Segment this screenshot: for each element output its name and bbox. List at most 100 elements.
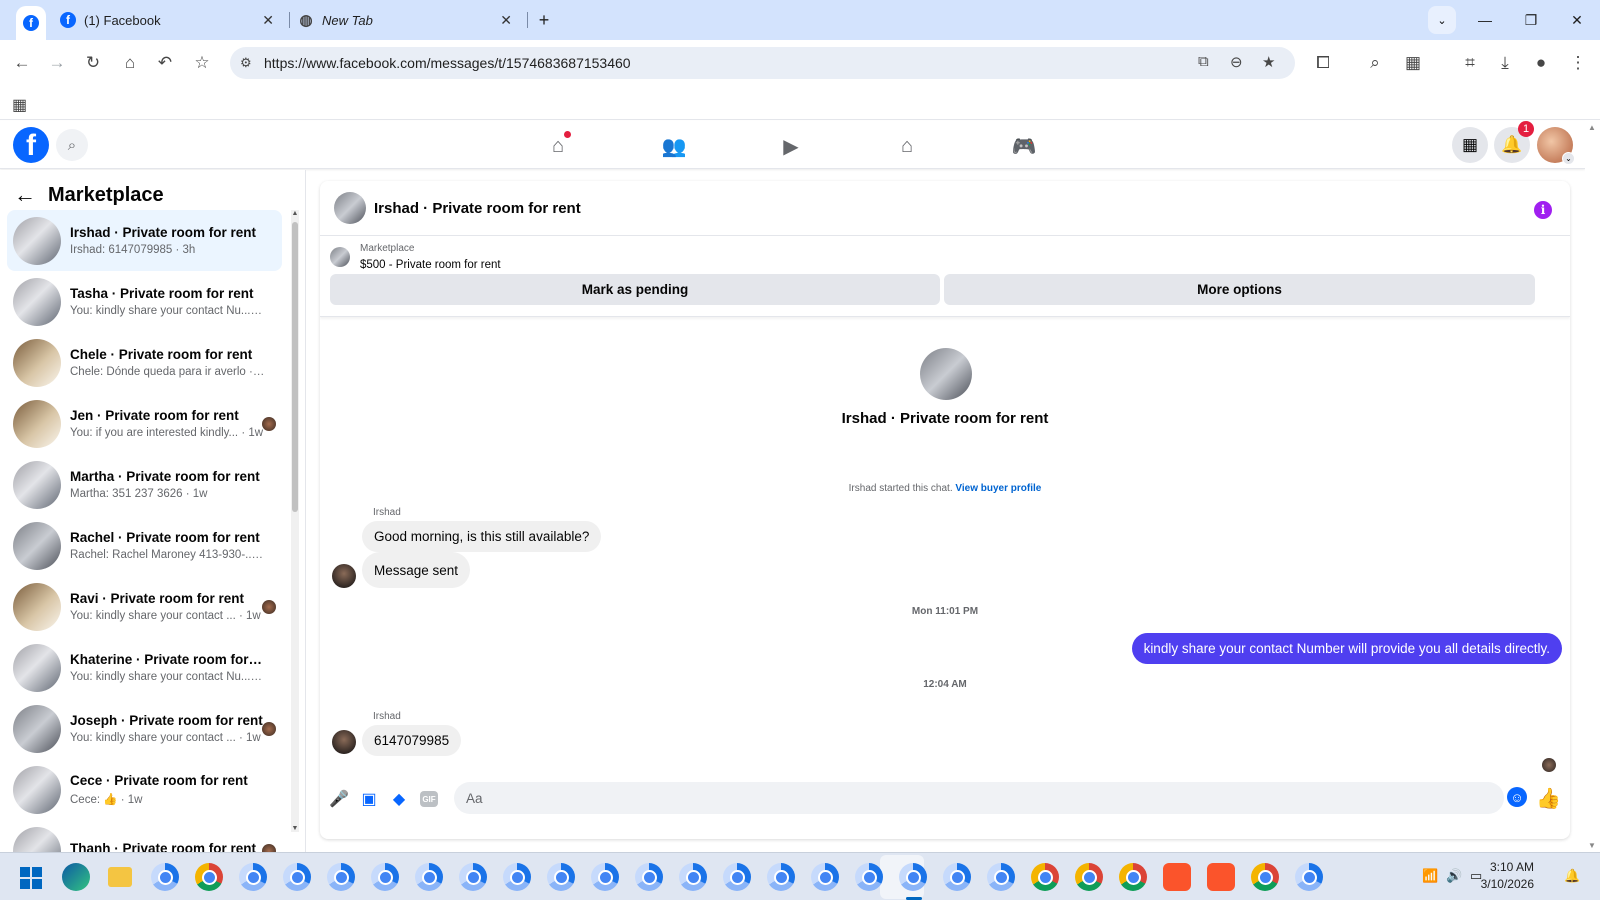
conversation-item[interactable]: Cece · Private room for rent Cece: 👍 · 1w <box>7 759 282 820</box>
scrollbar-thumb[interactable] <box>292 222 298 512</box>
back-arrow-icon[interactable]: ← <box>14 182 36 208</box>
chrome-profile-icon[interactable] <box>327 863 355 891</box>
minimize-icon[interactable]: — <box>1462 0 1508 40</box>
close-tab-icon[interactable]: ✕ <box>262 12 274 29</box>
chrome-profile-icon[interactable] <box>635 863 663 891</box>
tab-search-icon[interactable]: ⌄ <box>1428 6 1456 34</box>
incoming-message[interactable]: Good morning, is this still available? <box>362 521 602 552</box>
conversation-item[interactable]: Chele · Private room for rent Chele: Dónd… <box>7 332 282 393</box>
chrome-profile-icon[interactable] <box>151 863 179 891</box>
sidebar-scrollbar[interactable]: ▲ ▼ <box>291 210 299 832</box>
scroll-down-icon[interactable]: ▼ <box>291 825 299 832</box>
conversation-item[interactable]: Rachel · Private room for rent Rachel: Ra… <box>7 515 282 576</box>
facebook-logo[interactable]: f <box>13 127 49 163</box>
microphone-icon[interactable]: 🎤 <box>328 788 350 810</box>
chrome-profile-icon[interactable] <box>723 863 751 891</box>
start-button[interactable] <box>20 867 42 889</box>
edge-icon[interactable] <box>62 863 90 891</box>
system-clock[interactable]: 3:10 AM 3/10/2026 <box>1468 859 1534 893</box>
address-bar[interactable]: ⚙ https://www.facebook.com/messages/t/15… <box>230 47 1295 79</box>
conversation-item[interactable]: Joseph · Private room for rent You: kindl… <box>7 698 282 759</box>
search-icon[interactable]: ⌕ <box>1362 50 1388 76</box>
profile-icon[interactable]: ● <box>1528 50 1554 76</box>
pinned-facebook-tab[interactable]: f <box>16 6 46 40</box>
notification-center-icon[interactable]: 🔔 <box>1564 868 1580 884</box>
info-icon[interactable]: i <box>1534 201 1552 219</box>
scroll-up-icon[interactable]: ▲ <box>291 210 299 217</box>
listing-thumbnail[interactable] <box>330 247 350 267</box>
listing-price-title[interactable]: $500 - Private room for rent <box>360 259 501 271</box>
install-app-icon[interactable]: ⧉ <box>1198 53 1209 70</box>
thumbs-up-icon[interactable]: 👍 <box>1536 786 1561 811</box>
file-explorer-icon[interactable] <box>108 867 132 887</box>
chrome-profile-icon[interactable] <box>459 863 487 891</box>
reload-icon[interactable]: ↻ <box>80 50 106 76</box>
gaming-nav-icon[interactable]: 🎮 <box>1009 131 1039 161</box>
chrome-profile-icon[interactable] <box>899 863 927 891</box>
star-icon[interactable]: ★ <box>1262 53 1275 71</box>
download-icon[interactable]: ⤓ <box>1492 50 1518 76</box>
close-window-icon[interactable]: ✕ <box>1554 0 1600 40</box>
home-nav-icon[interactable]: ⌂ <box>543 131 573 161</box>
forward-icon[interactable]: → <box>44 50 70 76</box>
chrome-profile-icon[interactable] <box>1295 863 1323 891</box>
chrome-profile-icon[interactable] <box>987 863 1015 891</box>
chrome-profile-icon[interactable] <box>811 863 839 891</box>
conversation-item[interactable]: Irshad · Private room for rent Irshad: 61… <box>7 210 282 271</box>
conversation-item[interactable]: Martha · Private room for rent Martha: 35… <box>7 454 282 515</box>
url-text[interactable]: https://www.facebook.com/messages/t/1574… <box>264 55 631 71</box>
zoom-icon[interactable]: ⊖ <box>1230 53 1243 71</box>
view-buyer-profile-link[interactable]: View buyer profile <box>955 483 1041 494</box>
new-tab-button[interactable]: + <box>530 0 558 40</box>
chrome-profile-icon[interactable] <box>415 863 443 891</box>
bookmark-star-icon[interactable]: ☆ <box>189 50 215 76</box>
restore-icon[interactable]: ❐ <box>1508 0 1554 40</box>
notifications-bell-icon[interactable]: 🔔 1 <box>1494 121 1534 163</box>
qr-code-icon[interactable]: ▦ <box>1400 50 1426 76</box>
chrome-profile-icon[interactable] <box>239 863 267 891</box>
mark-as-pending-button[interactable]: Mark as pending <box>330 274 940 305</box>
chrome-profile-icon[interactable] <box>547 863 575 891</box>
emoji-icon[interactable]: ☺ <box>1507 787 1527 807</box>
chrome-profile-icon[interactable] <box>855 863 883 891</box>
tab-new-tab[interactable]: ◍ New Tab ✕ <box>298 0 520 40</box>
crop-icon[interactable]: ⌗ <box>1457 50 1483 76</box>
conversation-item[interactable]: Jen · Private room for rent You: if you a… <box>7 393 282 454</box>
brave-icon[interactable] <box>1207 863 1235 891</box>
scroll-down-icon[interactable]: ▼ <box>1588 841 1596 850</box>
chrome-profile-icon[interactable] <box>591 863 619 891</box>
volume-icon[interactable]: 🔊 <box>1446 868 1462 884</box>
scroll-up-icon[interactable]: ▲ <box>1588 123 1596 132</box>
video-nav-icon[interactable]: ▶ <box>776 131 806 161</box>
wifi-icon[interactable]: 📶 <box>1422 868 1438 884</box>
back-icon[interactable]: ← <box>9 50 35 76</box>
conversation-item[interactable]: Khaterine · Private room for rent You: ki… <box>7 637 282 698</box>
chat-title[interactable]: Irshad · Private room for rent <box>374 200 581 217</box>
tab-facebook[interactable]: f (1) Facebook ✕ <box>60 0 282 40</box>
chrome-icon[interactable] <box>1031 863 1059 891</box>
chrome-profile-icon[interactable] <box>943 863 971 891</box>
chrome-profile-icon[interactable] <box>679 863 707 891</box>
incoming-message[interactable]: Message sent <box>362 552 471 588</box>
close-tab-icon[interactable]: ✕ <box>500 12 512 29</box>
apps-grid-icon[interactable]: ▦ <box>12 95 27 115</box>
search-icon[interactable]: ⌕ <box>56 129 88 161</box>
menu-icon[interactable]: ⋮ <box>1565 50 1591 76</box>
conversation-item[interactable]: Ravi · Private room for rent You: kindly … <box>7 576 282 637</box>
brave-icon[interactable] <box>1163 863 1191 891</box>
photo-icon[interactable]: ▣ <box>358 788 380 810</box>
chat-avatar[interactable] <box>334 192 366 224</box>
chrome-profile-icon[interactable] <box>503 863 531 891</box>
page-scrollbar[interactable]: ▲ ▼ <box>1585 121 1600 852</box>
sticker-icon[interactable]: ◆ <box>388 788 410 810</box>
account-avatar[interactable]: ⌄ <box>1537 127 1575 165</box>
menu-grid-icon[interactable]: ▦ <box>1452 127 1488 163</box>
conversation-item[interactable]: Thanh · Private room for rent <box>7 820 282 852</box>
marketplace-nav-icon[interactable]: ⌂ <box>892 131 922 161</box>
friends-nav-icon[interactable]: 👥 <box>659 131 689 161</box>
chrome-profile-icon[interactable] <box>767 863 795 891</box>
chrome-icon[interactable] <box>1119 863 1147 891</box>
chrome-icon[interactable] <box>195 863 223 891</box>
undo-icon[interactable]: ↶ <box>152 50 178 76</box>
chrome-profile-icon[interactable] <box>371 863 399 891</box>
